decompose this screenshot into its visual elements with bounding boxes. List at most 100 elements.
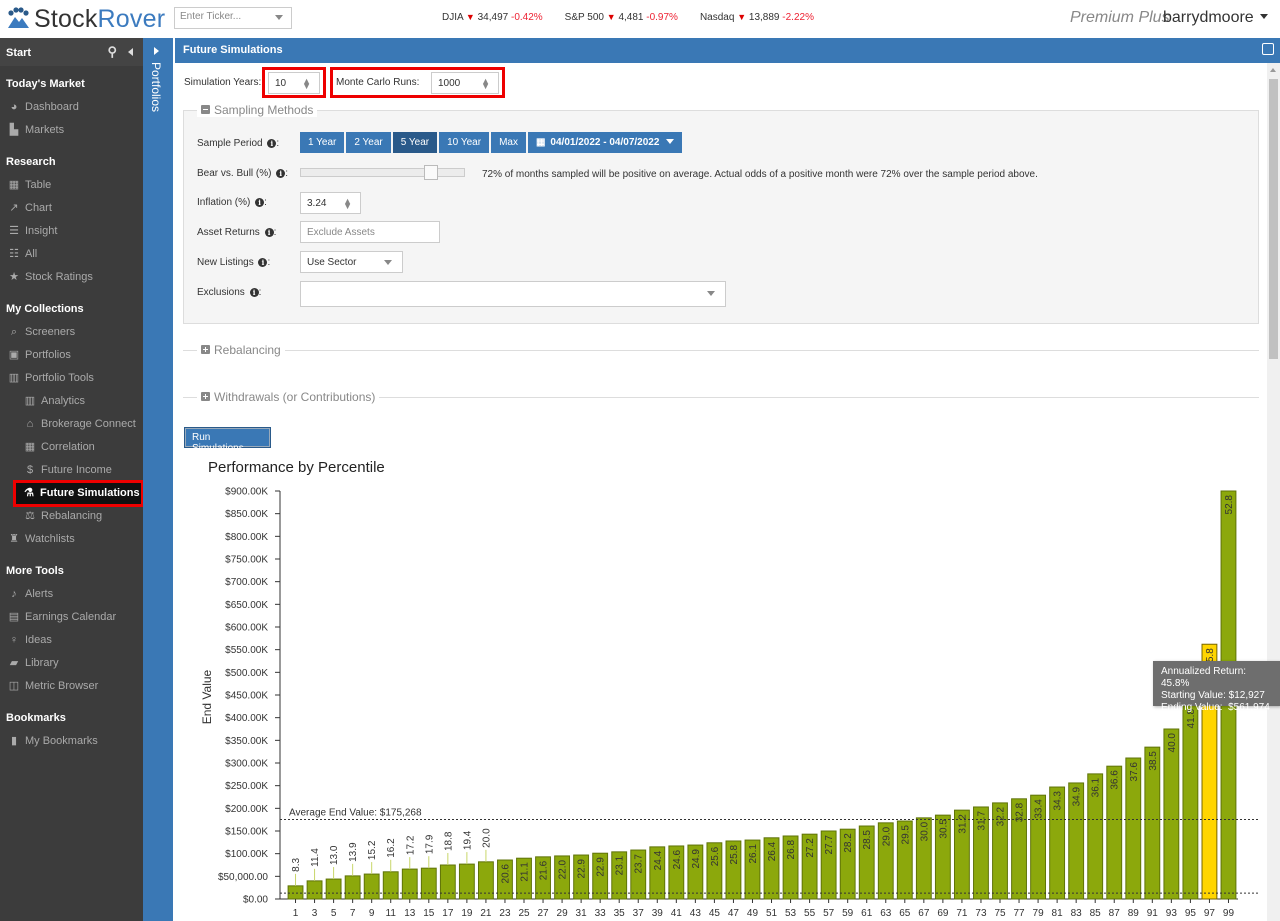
sidebar-item-portfolios[interactable]: ▣ Portfolios [0, 344, 143, 367]
sidebar-item-chart[interactable]: ↗ Chart [0, 197, 143, 220]
y-tick-label: $900.00K [225, 487, 268, 498]
x-tick-label: 25 [518, 908, 530, 919]
sidebar-item-all[interactable]: ☷ All [0, 243, 143, 266]
period-button-5-year[interactable]: 5 Year [392, 132, 438, 153]
tooltip-annualized-return: Annualized Return: 45.8% [1161, 666, 1247, 689]
data-label: 26.8 [786, 840, 797, 860]
paw-logo-icon [8, 7, 29, 28]
vertical-scrollbar[interactable] [1267, 63, 1280, 921]
bear-bull-description: 72% of months sampled will be positive o… [482, 169, 1038, 180]
bar-chart-icon: ▥ [24, 395, 36, 407]
index-djia[interactable]: DJIA ▼ 34,497 -0.42% [442, 12, 543, 23]
sidebar-item-metric-browser[interactable]: ◫ Metric Browser [0, 675, 143, 698]
expand-arrow-icon[interactable] [154, 47, 159, 55]
bar [401, 868, 418, 900]
info-icon[interactable]: i [249, 288, 259, 297]
exclusions-select[interactable] [300, 281, 726, 307]
sidebar-item-future-income[interactable]: $ Future Income [0, 459, 143, 482]
new-listings-select[interactable]: Use Sector [300, 251, 403, 273]
sidebar-item-watchlists[interactable]: ♜ Watchlists [0, 528, 143, 551]
x-tick-label: 47 [728, 908, 740, 919]
sidebar-item-markets[interactable]: ▙ Markets [0, 119, 143, 142]
data-label: 8.3 [291, 858, 302, 872]
withdrawals-toggle[interactable]: Withdrawals (or Contributions) [197, 390, 380, 404]
info-icon[interactable]: i [267, 139, 277, 148]
data-label: 30.0 [919, 821, 930, 841]
stepper-icon[interactable]: ▲ ▼ [343, 197, 352, 211]
x-tick-label: 49 [747, 908, 759, 919]
index-nasdaq[interactable]: Nasdaq ▼ 13,889 -2.22% [700, 12, 814, 23]
withdrawals-title: Withdrawals (or Contributions) [214, 390, 376, 404]
sidebar-item-brokerage-connect[interactable]: ⌂ Brokerage Connect [0, 413, 143, 436]
chevron-down-icon[interactable] [275, 15, 283, 20]
sidebar-item-insight[interactable]: ☰ Insight [0, 220, 143, 243]
ticker-search-input[interactable]: Enter Ticker... [174, 7, 292, 29]
data-label: 33.4 [1034, 799, 1045, 819]
sidebar-item-correlation[interactable]: ▦ Correlation [0, 436, 143, 459]
data-label: 16.2 [386, 838, 397, 858]
sidebar-item-portfolio-tools[interactable]: ▥ Portfolio Tools [0, 367, 143, 390]
date-range-picker[interactable]: ▦ 04/01/2022 - 04/07/2022 [527, 132, 683, 153]
sampling-methods-toggle[interactable]: Sampling Methods [197, 103, 318, 117]
sidebar-item-library[interactable]: ▰ Library [0, 652, 143, 675]
data-label: 20.6 [500, 864, 511, 884]
bank-icon: ⌂ [26, 418, 34, 430]
scrollbar-thumb[interactable] [1269, 79, 1278, 359]
period-button-1-year[interactable]: 1 Year [300, 132, 345, 153]
popout-icon[interactable] [1262, 43, 1274, 55]
x-tick-label: 67 [918, 908, 930, 919]
sidebar-item-analytics[interactable]: ▥ Analytics [0, 390, 143, 413]
sidebar-item-table[interactable]: ▦ Table [0, 174, 143, 197]
inflation-stepper[interactable]: 3.24 ▲ ▼ [300, 192, 361, 214]
y-tick-label: $600.00K [225, 623, 268, 634]
stepper-icon[interactable]: ▲ ▼ [481, 77, 490, 91]
sidebar-item-future-simulations[interactable]: ⚗ Future Simulations [13, 480, 144, 507]
data-label: 17.9 [424, 834, 435, 854]
period-button-10-year[interactable]: 10 Year [439, 132, 490, 153]
sidebar-item-label: Insight [25, 225, 58, 237]
sidebar-item-dashboard[interactable]: ◕ Dashboard [0, 96, 143, 119]
data-label: 24.9 [691, 849, 702, 869]
bear-bull-slider[interactable] [300, 165, 465, 180]
sidebar-item-label: All [25, 248, 38, 260]
data-label: 27.2 [805, 838, 816, 858]
info-icon[interactable]: i [258, 258, 268, 267]
date-range-value: 04/01/2022 - 04/07/2022 [550, 137, 660, 148]
portfolios-side-tab[interactable]: Portfolios [143, 38, 173, 921]
sidebar-item-my-bookmarks[interactable]: ▮ My Bookmarks [0, 730, 143, 753]
run-simulations-button[interactable]: Run Simulations [184, 427, 271, 454]
info-icon[interactable]: i [264, 228, 274, 237]
x-tick-label: 31 [576, 908, 588, 919]
sidebar-item-rebalancing[interactable]: ⚖ Rebalancing [0, 505, 143, 528]
data-label: 36.1 [1091, 777, 1102, 797]
period-button-2-year[interactable]: 2 Year [346, 132, 391, 153]
search-icon[interactable]: ⚲ [107, 44, 117, 60]
market-indices: DJIA ▼ 34,497 -0.42% S&P 500 ▼ 4,481 -0.… [442, 12, 814, 23]
calendar-icon: ▤ [8, 611, 20, 623]
sidebar-item-earnings-calendar[interactable]: ▤ Earnings Calendar [0, 606, 143, 629]
info-icon[interactable]: i [255, 198, 265, 207]
monte-carlo-runs-stepper[interactable]: 1000 ▲ ▼ [431, 72, 499, 94]
stockrover-logo[interactable]: StockRover [6, 5, 165, 34]
y-tick-label: $0.00 [243, 895, 268, 906]
sidebar-item-ideas[interactable]: ♀ Ideas [0, 629, 143, 652]
sidebar-item-label: Alerts [25, 588, 54, 600]
x-tick-label: 79 [1033, 908, 1045, 919]
sidebar-item-screeners[interactable]: ⌕ Screeners [0, 321, 143, 344]
scroll-up-icon[interactable] [1270, 68, 1276, 72]
slider-handle[interactable] [424, 165, 439, 180]
sidebar-item-alerts[interactable]: ♪ Alerts [0, 583, 143, 606]
index-sp500[interactable]: S&P 500 ▼ 4,481 -0.97% [565, 12, 678, 23]
user-menu[interactable]: barrydmoore [1163, 9, 1268, 27]
collapse-sidebar-icon[interactable] [128, 48, 133, 56]
period-button-max[interactable]: Max [491, 132, 526, 153]
info-icon[interactable]: i [276, 169, 286, 178]
sidebar-item-label: Library [25, 657, 59, 669]
x-tick-label: 95 [1185, 908, 1197, 919]
data-label: 22.0 [558, 860, 569, 880]
sidebar-item-stock-ratings[interactable]: ★ Stock Ratings [0, 266, 143, 289]
rebalancing-toggle[interactable]: Rebalancing [197, 343, 285, 357]
label-text: New Listings [197, 257, 254, 268]
data-label: 20.0 [481, 828, 492, 848]
exclude-assets-input[interactable]: Exclude Assets [300, 221, 440, 243]
